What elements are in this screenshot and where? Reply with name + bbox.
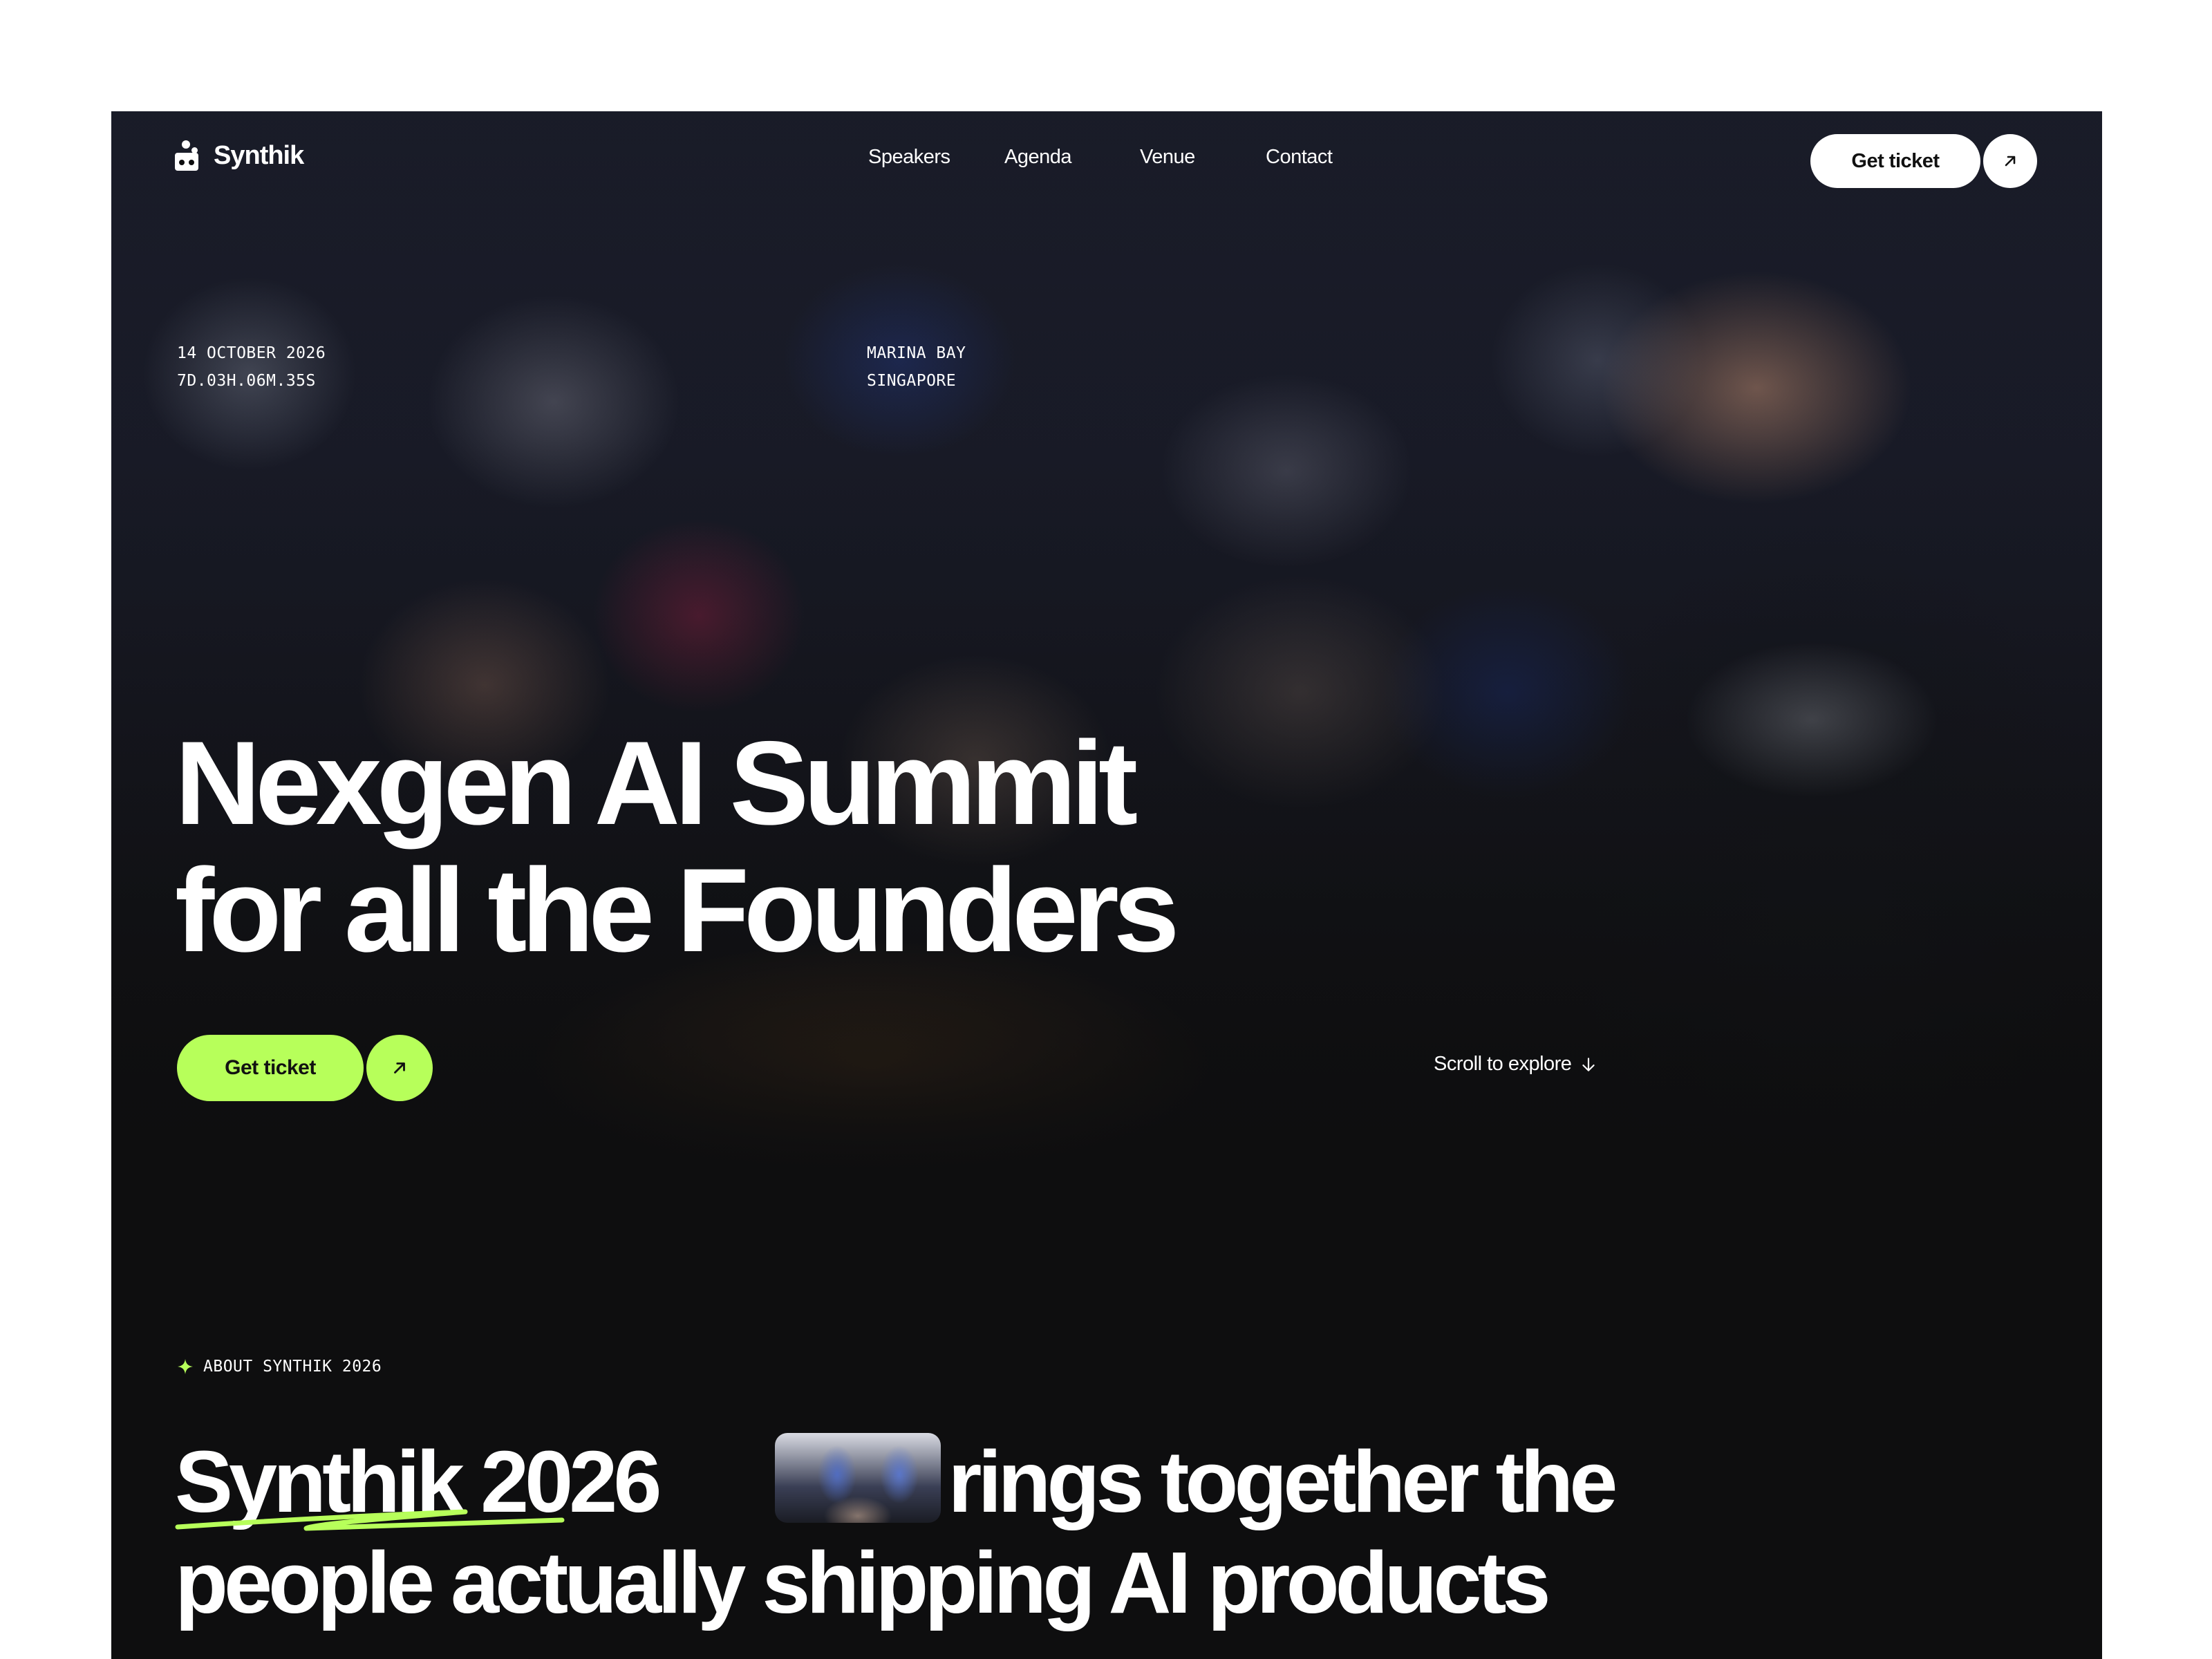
about-section-label: ABOUT SYNTHIK 2026 (177, 1353, 382, 1380)
hero-overlay (111, 111, 2102, 1190)
event-date: 14 OCTOBER 2026 (177, 344, 326, 362)
inline-event-photo (775, 1433, 941, 1523)
logo-icon (175, 140, 198, 171)
event-location-line2: SINGAPORE (867, 372, 957, 390)
about-line1-rest: rings together the (948, 1433, 1618, 1530)
event-location-block: MARINA BAY SINGAPORE (867, 339, 966, 395)
page-frame: Synthik Speakers Agenda Venue Contact Ge… (111, 111, 2102, 1659)
event-date-block: 14 OCTOBER 2026 7D.03H.06M.35S (177, 339, 326, 395)
nav-speakers[interactable]: Speakers (868, 146, 950, 169)
event-countdown: 7D.03H.06M.35S (177, 372, 316, 390)
hero-ticket-cta: Get ticket (177, 1035, 433, 1101)
scribble-underline (175, 1509, 565, 1531)
header-arrow-button[interactable] (1983, 134, 2037, 188)
nav-venue[interactable]: Venue (1140, 146, 1195, 169)
about-line1: Synthik 2026 rings together the (175, 1432, 1972, 1533)
about-statement: Synthik 2026 rings together the people a… (175, 1432, 1972, 1633)
hero-title-line2: for all the Founders (175, 844, 1179, 977)
nav-agenda[interactable]: Agenda (1004, 146, 1072, 169)
event-location-line1: MARINA BAY (867, 344, 966, 362)
nav-contact[interactable]: Contact (1266, 146, 1333, 169)
arrow-down-icon (1582, 1057, 1595, 1071)
about-label-text: ABOUT SYNTHIK 2026 (203, 1358, 382, 1376)
hero-get-ticket-button[interactable]: Get ticket (177, 1035, 364, 1101)
about-line2: people actually shipping AI products (175, 1534, 1551, 1631)
arrow-up-right-icon (2005, 156, 2016, 167)
brand-logo[interactable]: Synthik (175, 140, 304, 171)
scroll-to-explore[interactable]: Scroll to explore (1434, 1053, 1597, 1076)
sparkle-icon (178, 1359, 193, 1374)
brand-name: Synthik (214, 140, 304, 170)
about-highlight: Synthik 2026 (175, 1432, 662, 1533)
hero-title: Nexgen AI Summit for all the Founders (175, 717, 1179, 977)
hero-arrow-button[interactable] (366, 1035, 433, 1101)
scroll-label: Scroll to explore (1434, 1053, 1572, 1075)
hero-title-line1: Nexgen AI Summit (175, 717, 1138, 850)
header-get-ticket-button[interactable]: Get ticket (1810, 134, 1980, 188)
arrow-up-right-icon (394, 1062, 405, 1074)
header-ticket-cta: Get ticket (1810, 134, 2037, 188)
